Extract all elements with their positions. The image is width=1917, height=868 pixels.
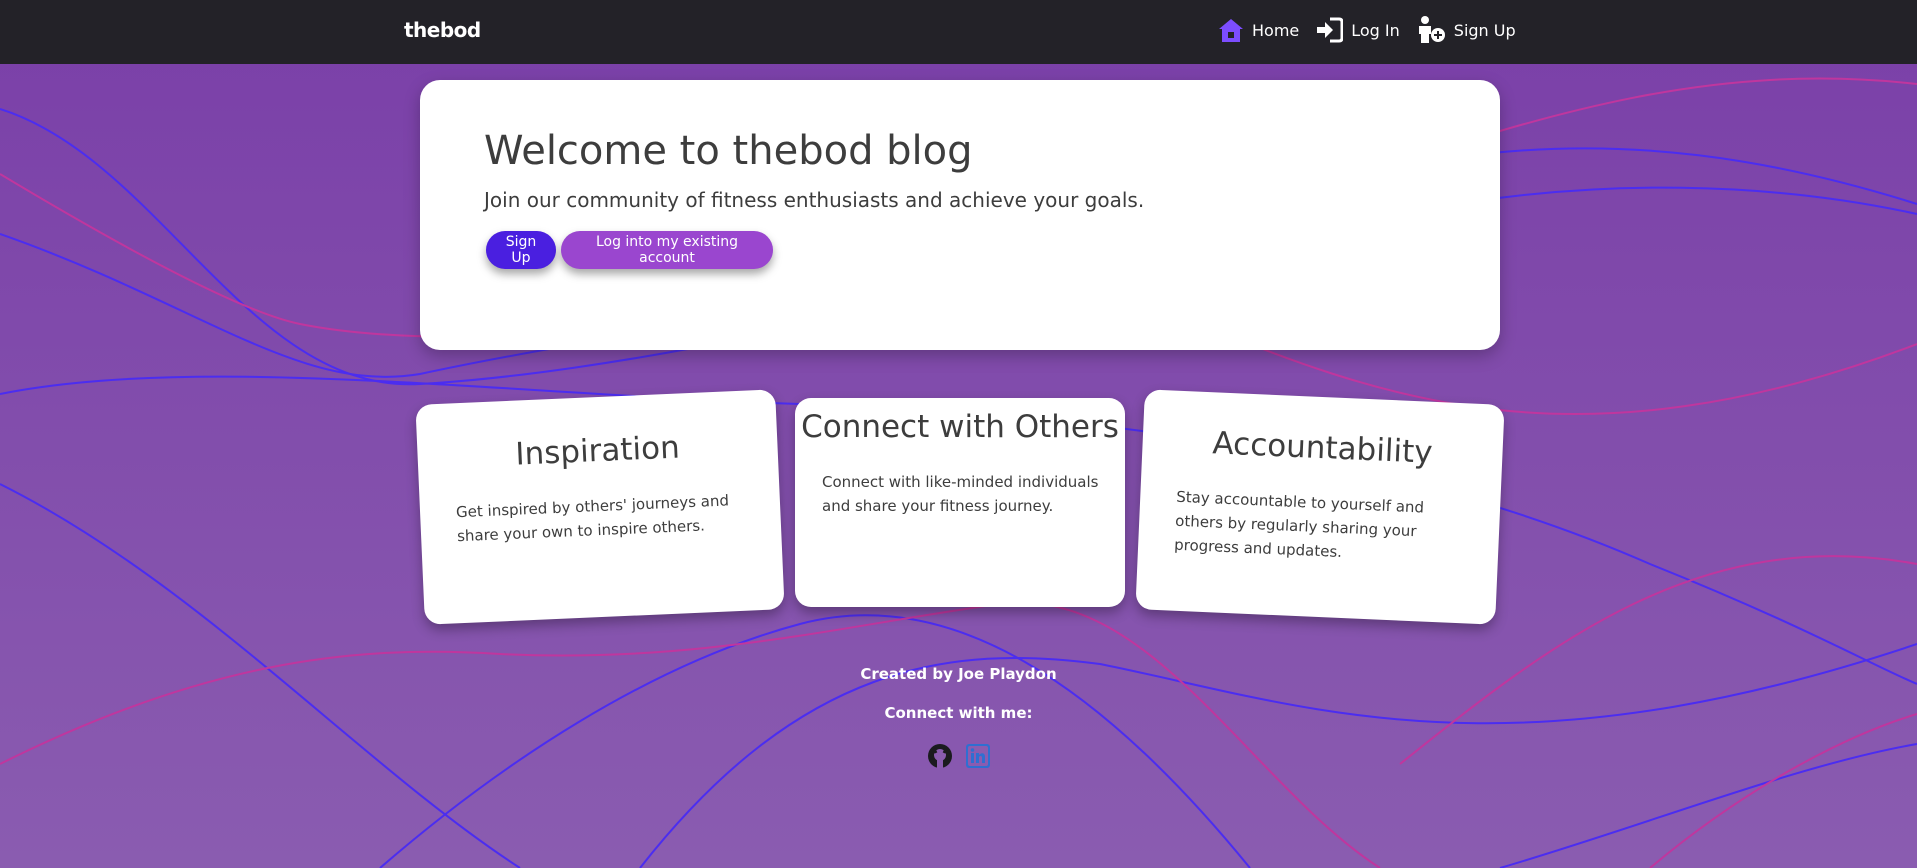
social-links xyxy=(0,743,1917,773)
feature-card-inspiration: Inspiration Get inspired by others' jour… xyxy=(415,389,785,625)
nav-home-link[interactable]: Home xyxy=(1218,16,1299,44)
nav-signup-label: Sign Up xyxy=(1453,20,1516,40)
card-text: Connect with like-minded individuals and… xyxy=(822,473,1099,515)
card-title: Inspiration xyxy=(514,429,681,473)
user-plus-icon xyxy=(1416,16,1446,44)
hero-card: Welcome to thebod blog Join our communit… xyxy=(420,80,1500,350)
nav-links: Home Log In Sign Up xyxy=(1218,16,1516,44)
hero-subtitle: Join our community of fitness enthusiast… xyxy=(484,188,1145,212)
hero-title: Welcome to thebod blog xyxy=(484,128,973,174)
navbar: thebod Home Log In Sign Up xyxy=(0,0,1917,64)
card-title: Connect with Others xyxy=(801,409,1119,445)
github-icon[interactable] xyxy=(927,743,953,773)
linkedin-icon[interactable] xyxy=(965,743,991,773)
card-text: Stay accountable to yourself and others … xyxy=(1173,487,1425,561)
nav-login-label: Log In xyxy=(1351,20,1400,40)
nav-signup-link[interactable]: Sign Up xyxy=(1416,16,1516,44)
login-button[interactable]: Log into my existing account xyxy=(561,231,773,269)
signup-button[interactable]: Sign Up xyxy=(486,231,556,269)
nav-home-label: Home xyxy=(1252,20,1300,40)
footer-credit: Created by Joe Playdon xyxy=(860,665,1057,683)
card-title: Accountability xyxy=(1211,425,1434,471)
feature-card-accountability: Accountability Stay accountable to yours… xyxy=(1135,389,1505,625)
feature-card-connect: Connect with Others Connect with like-mi… xyxy=(795,398,1125,607)
home-icon xyxy=(1218,17,1244,43)
footer-connect-label: Connect with me: xyxy=(884,704,1033,722)
hero-buttons: Sign Up Log into my existing account xyxy=(486,231,773,269)
login-icon xyxy=(1315,17,1344,43)
nav-login-link[interactable]: Log In xyxy=(1315,16,1400,44)
footer: Created by Joe Playdon Connect with me: xyxy=(0,665,1917,773)
brand-logo[interactable]: thebod xyxy=(404,18,481,42)
card-text: Get inspired by others' journeys and sha… xyxy=(455,491,730,546)
